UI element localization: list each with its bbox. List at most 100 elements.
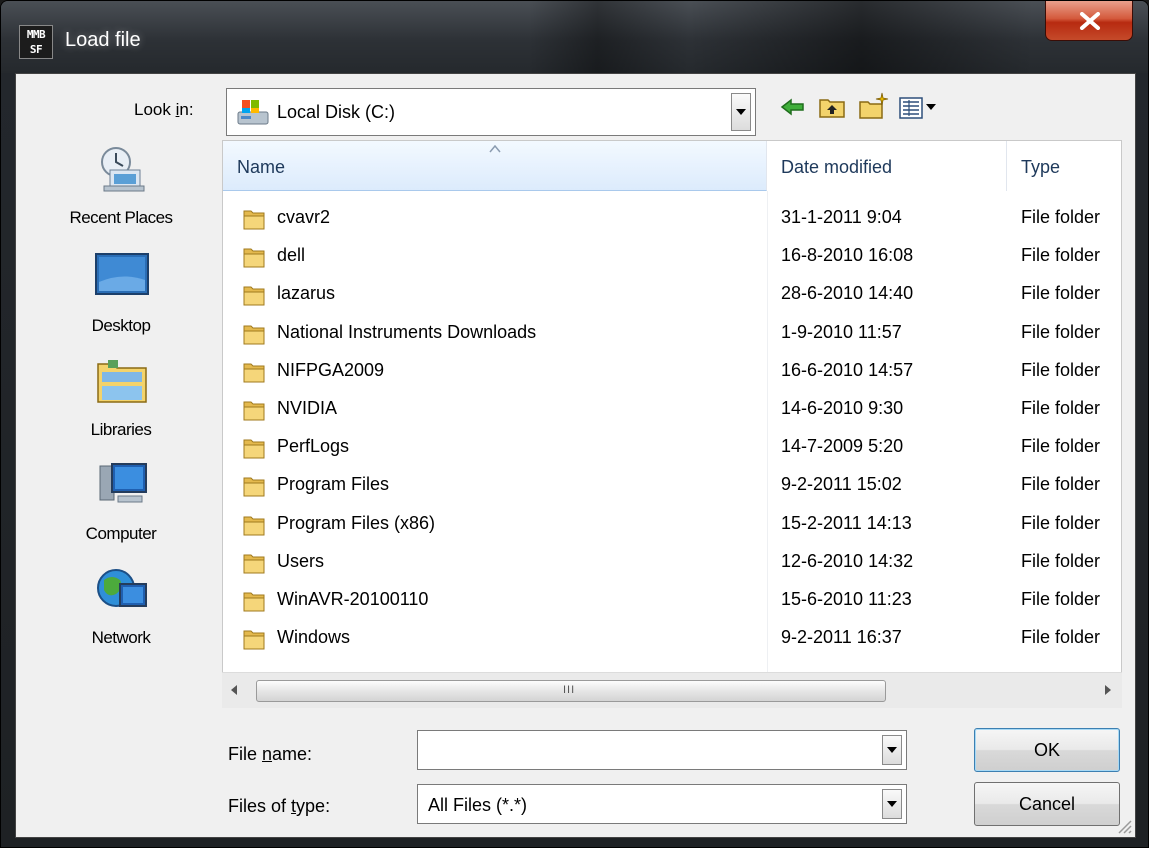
look-in-value: Local Disk (C:): [277, 102, 396, 122]
file-name-cell: Users: [277, 550, 325, 571]
column-header-name[interactable]: Name: [223, 141, 767, 191]
folder-icon: [243, 592, 265, 612]
file-name-label: File name:: [228, 744, 313, 764]
file-name-cell: WinAVR-20100110: [277, 589, 429, 609]
title-bar[interactable]: MMB SF Load file: [1, 1, 1148, 73]
column-header-date-label: Date modified: [781, 157, 893, 177]
folder-icon: [243, 477, 265, 497]
file-type-cell: File folder: [1021, 398, 1101, 418]
back-icon: [780, 98, 804, 116]
file-type-cell: File folder: [1021, 550, 1101, 571]
file-type-cell: File folder: [1021, 512, 1101, 533]
ok-button[interactable]: OK: [974, 728, 1120, 772]
view-menu-icon: [899, 97, 936, 119]
file-row[interactable]: NVIDIA 14-6-2010 9:30 File folder: [223, 390, 1103, 428]
file-row[interactable]: Program Files 9-2-2011 15:02 File folder: [223, 466, 1103, 504]
file-name-combo[interactable]: [417, 730, 907, 770]
app-icon-text-bottom: SF: [29, 43, 43, 56]
file-name-cell: PerfLogs: [277, 436, 350, 457]
file-name-cell: dell: [277, 245, 306, 266]
computer-icon: [99, 463, 147, 503]
file-date-cell: 14-7-2009 5:20: [781, 436, 904, 457]
folder-icon: [243, 325, 265, 345]
file-name-cell: Windows: [277, 627, 351, 648]
file-name-cell: NVIDIA: [277, 398, 338, 418]
place-desktop[interactable]: Desktop: [46, 252, 196, 352]
file-type-cell: File folder: [1021, 589, 1101, 609]
file-row[interactable]: NIFPGA2009 16-6-2010 14:57 File folder: [223, 352, 1103, 390]
file-type-cell: File folder: [1021, 321, 1101, 342]
cancel-button[interactable]: Cancel: [974, 782, 1120, 826]
file-row[interactable]: Program Files (x86) 15-2-2011 14:13 File f…: [223, 505, 1103, 543]
file-date-cell: 28-6-2010 14:40: [781, 283, 914, 304]
file-type-cell: File folder: [1021, 474, 1101, 495]
folder-icon: [243, 248, 265, 268]
places-bar: Recent Places Desktop Libraries Computer…: [46, 144, 196, 684]
file-row[interactable]: dell 16-8-2010 16:08 File folder: [223, 237, 1103, 275]
file-date-cell: 9-2-2011 16:37: [781, 627, 902, 648]
file-name-cell: lazarus: [277, 283, 336, 304]
file-row[interactable]: lazarus 28-6-2010 14:40 File folder: [223, 275, 1103, 313]
file-date-cell: 12-6-2010 14:32: [781, 550, 914, 571]
resize-grip-icon[interactable]: [1115, 817, 1133, 835]
file-row[interactable]: Users 12-6-2010 14:32 File folder: [223, 543, 1103, 581]
file-type-cell: File folder: [1021, 359, 1101, 380]
files-of-type-value: All Files (*.*): [428, 795, 528, 815]
file-date-cell: 15-2-2011 14:13: [781, 512, 912, 533]
up-folder-icon: [819, 99, 845, 118]
desktop-icon: [95, 253, 149, 295]
file-list[interactable]: Name Date modified Type cvavr2 31-1-2011 …: [222, 140, 1122, 706]
place-libraries[interactable]: Libraries: [46, 356, 196, 456]
file-row[interactable]: cvavr2 31-1-2011 9:04 File folder: [223, 199, 1103, 237]
place-label-network: Network: [91, 628, 151, 647]
scroll-right-icon[interactable]: [1104, 685, 1112, 695]
app-icon-text-top: MMB: [26, 28, 46, 41]
load-file-dialog: MMB SF Load file Look in: Local Disk (C:…: [0, 0, 1149, 848]
file-row[interactable]: PerfLogs 14-7-2009 5:20 File folder: [223, 428, 1103, 466]
file-date-cell: 16-6-2010 14:57: [781, 359, 914, 380]
new-folder-icon: [859, 92, 889, 119]
dialog-body: Look in: Local Disk (C:) Recent Places D…: [15, 73, 1136, 838]
drive-icon: [237, 100, 269, 125]
file-type-cell: File folder: [1021, 245, 1101, 266]
close-icon: [1080, 12, 1100, 30]
folder-icon: [243, 439, 265, 459]
file-type-cell: File folder: [1021, 436, 1101, 457]
file-type-cell: File folder: [1021, 283, 1101, 304]
new-folder-button[interactable]: [856, 90, 890, 124]
file-name-cell: cvavr2: [277, 207, 331, 227]
place-network[interactable]: Network: [46, 564, 196, 664]
scroll-thumb[interactable]: III: [256, 680, 886, 702]
file-name-cell: Program Files: [277, 474, 390, 495]
file-row[interactable]: National Instruments Downloads 1-9-2010 1…: [223, 314, 1103, 352]
sort-ascending-icon: [489, 145, 501, 153]
column-header-date-modified[interactable]: Date modified: [767, 141, 1007, 191]
file-row[interactable]: WinAVR-20100110 15-6-2010 11:23 File folde…: [223, 581, 1103, 619]
view-menu-button[interactable]: [896, 90, 946, 124]
place-label-libraries: Libraries: [90, 420, 152, 439]
libraries-icon: [97, 360, 147, 403]
folder-icon: [243, 630, 265, 650]
file-name-dropdown-button[interactable]: [882, 735, 902, 765]
column-header-type[interactable]: Type: [1007, 141, 1123, 191]
file-row[interactable]: Windows 9-2-2011 16:37 File folder: [223, 619, 1103, 657]
list-header: Name Date modified Type: [223, 141, 1121, 191]
file-name-input[interactable]: [422, 735, 874, 767]
look-in-dropdown-button[interactable]: [731, 93, 751, 131]
scroll-left-icon[interactable]: [230, 685, 238, 695]
folder-icon: [243, 516, 265, 536]
file-date-cell: 9-2-2011 15:02: [781, 474, 902, 495]
place-computer[interactable]: Computer: [46, 460, 196, 560]
network-icon: [97, 569, 147, 607]
place-label-recent-places: Recent Places: [69, 208, 173, 227]
files-of-type-combo[interactable]: All Files (*.*): [417, 784, 907, 824]
place-recent-places[interactable]: Recent Places: [46, 144, 196, 244]
close-button[interactable]: [1045, 1, 1133, 41]
look-in-combo[interactable]: Local Disk (C:): [226, 88, 756, 136]
up-folder-button[interactable]: [816, 90, 850, 124]
back-button[interactable]: [776, 90, 810, 124]
files-of-type-dropdown-button[interactable]: [882, 789, 902, 819]
place-label-desktop: Desktop: [91, 316, 151, 335]
horizontal-scrollbar[interactable]: III: [222, 672, 1122, 708]
folder-icon: [243, 554, 265, 574]
